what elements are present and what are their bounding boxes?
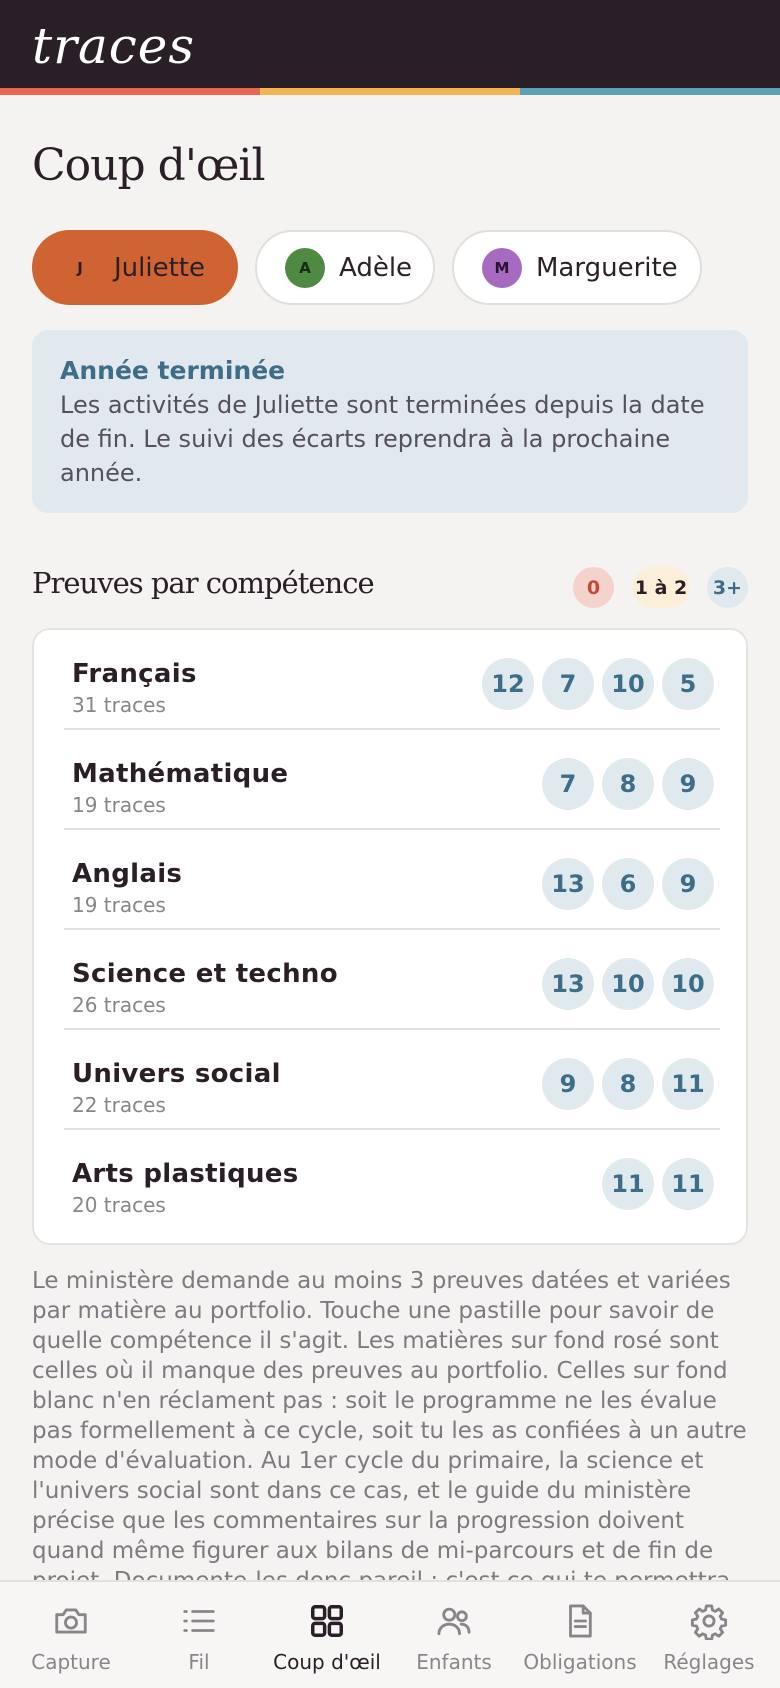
child-chip-label: Juliette	[114, 252, 205, 283]
users-icon	[437, 1607, 471, 1636]
page-title: Coup d'œil	[32, 140, 266, 191]
competency-pill[interactable]: 8	[602, 758, 654, 810]
child-chip-juliette[interactable]: J Juliette	[32, 230, 238, 305]
tab-coup-d-oeil[interactable]: Coup d'œil	[262, 1582, 392, 1688]
competency-pill[interactable]: 9	[542, 1058, 594, 1110]
competency-pill[interactable]: 11	[602, 1158, 654, 1210]
tab-enfants[interactable]: Enfants	[389, 1582, 519, 1688]
subject-name: Mathématique	[72, 759, 289, 789]
competency-pill[interactable]: 13	[542, 958, 594, 1010]
explanatory-footnote: Le ministère demande au moins 3 preuves …	[32, 1268, 747, 1594]
subject-name: Science et techno	[72, 959, 338, 989]
tab-label: Obligations	[523, 1650, 637, 1674]
competency-pill[interactable]: 9	[662, 758, 714, 810]
tab-label: Enfants	[416, 1650, 492, 1674]
child-chip-label: Adèle	[339, 252, 413, 283]
subject-name: Univers social	[72, 1059, 281, 1089]
gear-icon	[690, 1604, 728, 1640]
tab-reglages[interactable]: Réglages	[644, 1582, 774, 1688]
subjects-card: Français 31 traces 12 7 10 5 Mathématiqu…	[32, 628, 748, 1245]
subject-trace-count: 20 traces	[72, 1193, 166, 1217]
subject-trace-count: 19 traces	[72, 893, 166, 917]
app-logo: traces	[32, 17, 196, 75]
competency-pill[interactable]: 6	[602, 858, 654, 910]
competency-pill[interactable]: 9	[662, 858, 714, 910]
document-icon	[569, 1604, 592, 1638]
subject-name: Anglais	[72, 859, 183, 889]
competency-pill[interactable]: 7	[542, 658, 594, 710]
avatar: J	[60, 247, 100, 288]
year-ended-notice: Année terminée Les activités de Juliette…	[32, 330, 748, 513]
accent-stripe-red	[0, 88, 260, 95]
avatar: A	[285, 247, 325, 288]
competency-pill[interactable]: 5	[662, 658, 714, 710]
subject-name: Français	[72, 659, 197, 689]
accent-stripe-blue	[520, 88, 780, 95]
competency-pill[interactable]: 10	[602, 958, 654, 1010]
notice-body: Les activités de Juliette sont terminées…	[60, 391, 705, 487]
bottom-tab-bar: Capture Fil Coup d'œil Enfants Obligatio…	[0, 1580, 780, 1688]
camera-icon	[55, 1608, 87, 1634]
legend-badge-three-plus: 3+	[707, 567, 748, 608]
tab-obligations[interactable]: Obligations	[515, 1582, 645, 1688]
subject-row-francais: Français 31 traces 12 7 10 5	[64, 630, 720, 730]
competency-pill[interactable]: 13	[542, 858, 594, 910]
tab-label: Capture	[31, 1650, 111, 1674]
subject-trace-count: 19 traces	[72, 793, 166, 817]
subject-row-mathematique: Mathématique 19 traces 7 8 9	[64, 730, 720, 830]
subject-name: Arts plastiques	[72, 1159, 299, 1189]
legend-badge-zero: 0	[573, 567, 614, 608]
subject-row-univers-social: Univers social 22 traces 9 8 11	[64, 1030, 720, 1130]
section-title: Preuves par compétence	[32, 566, 375, 600]
competency-pill[interactable]: 8	[602, 1058, 654, 1110]
subject-row-science-techno: Science et techno 26 traces 13 10 10	[64, 930, 720, 1030]
tab-fil[interactable]: Fil	[134, 1582, 264, 1688]
competency-pill[interactable]: 11	[662, 1158, 714, 1210]
tab-label: Fil	[188, 1650, 210, 1674]
competency-pill[interactable]: 10	[602, 658, 654, 710]
tab-label: Réglages	[663, 1650, 755, 1674]
competency-pill[interactable]: 10	[662, 958, 714, 1010]
app-header: traces	[0, 0, 780, 88]
accent-stripe-yellow	[260, 88, 520, 95]
competency-pill[interactable]: 11	[662, 1058, 714, 1110]
subject-row-arts-plastiques: Arts plastiques 20 traces 11 11	[64, 1130, 720, 1230]
tab-label: Coup d'œil	[273, 1650, 381, 1674]
child-chip-adele[interactable]: A Adèle	[255, 230, 435, 305]
grid-icon	[311, 1605, 343, 1637]
avatar: M	[482, 247, 522, 288]
competency-pill[interactable]: 12	[482, 658, 534, 710]
subject-row-anglais: Anglais 19 traces 13 6 9	[64, 830, 720, 930]
notice-title: Année terminée	[60, 356, 286, 385]
subject-trace-count: 26 traces	[72, 993, 166, 1017]
legend-badge-one-to-two: 1 à 2	[632, 567, 690, 608]
child-chip-label: Marguerite	[536, 252, 678, 283]
tab-capture[interactable]: Capture	[6, 1582, 136, 1688]
competency-pill[interactable]: 7	[542, 758, 594, 810]
child-chip-marguerite[interactable]: M Marguerite	[452, 230, 702, 305]
list-icon	[183, 1610, 215, 1632]
subject-trace-count: 31 traces	[72, 693, 166, 717]
subject-trace-count: 22 traces	[72, 1093, 166, 1117]
